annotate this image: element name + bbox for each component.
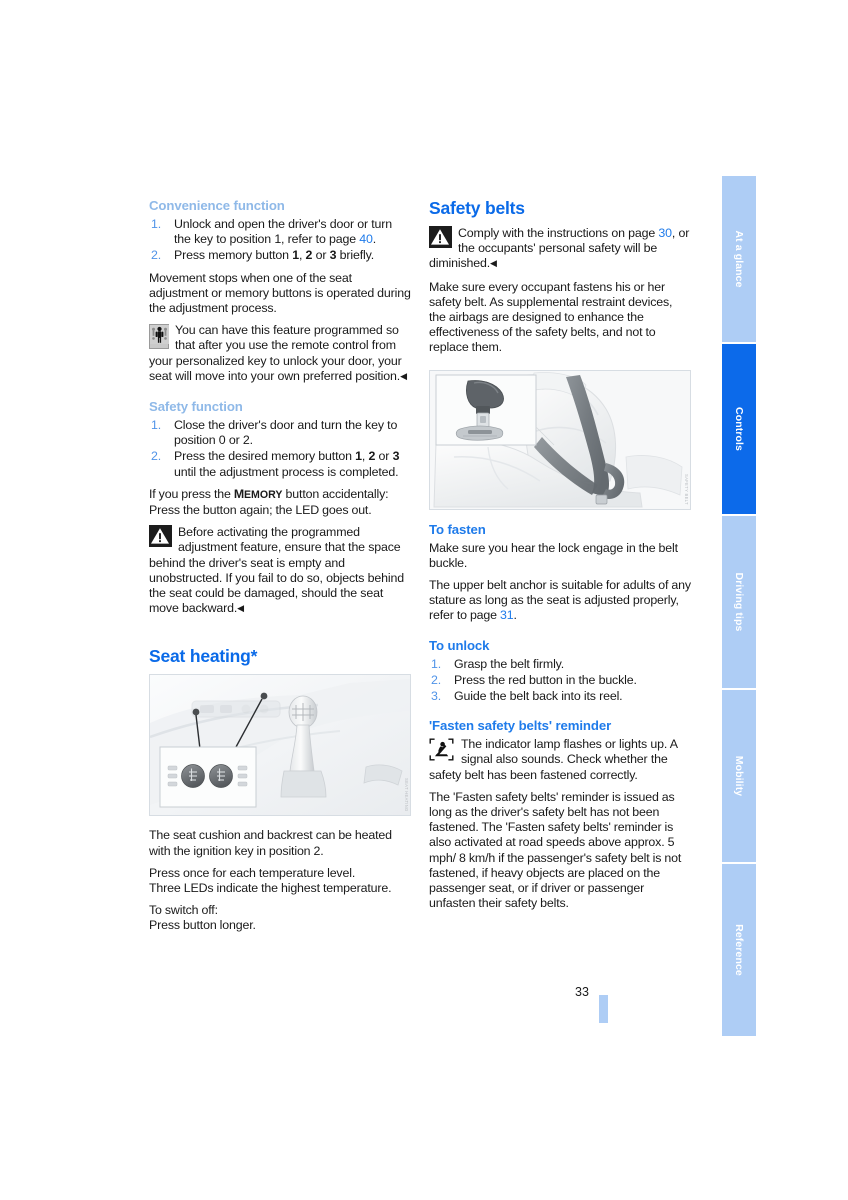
list-number: 2. [431, 672, 442, 687]
page-number-bar [599, 995, 608, 1023]
tab-label: Driving tips [733, 572, 745, 632]
seatbelt-reminder-icon [429, 738, 455, 762]
seat-heating-figure: SEAT HEATING [149, 674, 411, 817]
memory-note-suffix: button accidentally: [282, 486, 389, 501]
list-number: 2. [151, 248, 162, 263]
memory-button-note: If you press the MEMORY button accidenta… [149, 487, 411, 518]
reminder-paragraph: The 'Fasten safety belts' reminder is is… [429, 789, 682, 911]
heading-fasten-safety-belts-reminder: 'Fasten safety belts' reminder [429, 718, 612, 734]
list-item: 1. Grasp the belt firmly. [429, 657, 691, 672]
heading-convenience-function: Convenience function [149, 198, 285, 213]
figure-credit: SAFETY BELT [684, 473, 689, 505]
list-item: 1. Close the driver's door and turn the k… [149, 418, 411, 448]
to-fasten-text-before: The upper belt anchor is suitable for ad… [429, 578, 691, 623]
convenience-steps-list: 1. Unlock and open the driver's door or t… [149, 217, 411, 264]
list-item: 1. Unlock and open the driver's door or t… [149, 217, 411, 247]
memory-note-line2: Press the button again; the LED goes out… [149, 503, 372, 518]
section-tabs: At a glance Controls Driving tips Mobili… [722, 176, 756, 1038]
warning-text-before: Comply with the instructions on page [458, 226, 659, 240]
list-item: 2. Press the red button in the buckle. [429, 673, 691, 688]
page-reference-link[interactable]: 31 [500, 608, 514, 622]
heading-to-unlock: To unlock [429, 637, 490, 653]
convenience-paragraph: Movement stops when one of the seat adju… [149, 270, 411, 316]
reminder-note: The indicator lamp flashes or lights up.… [429, 737, 691, 783]
memory-word-initial: M [233, 486, 244, 501]
to-fasten-paragraph-1: Make sure you hear the lock engage in th… [429, 540, 678, 570]
list-text: Press the red button in the buckle. [454, 672, 637, 687]
seat-heating-paragraph-1: The seat cushion and backrest can be hea… [149, 828, 392, 858]
warning-triangle-icon [149, 525, 172, 548]
seat-heating-paragraph-3: To switch off: Press button longer. [149, 903, 256, 933]
list-number: 1. [151, 217, 162, 231]
list-text: Guide the belt back into its reel. [454, 689, 623, 704]
personalization-note: You can have this feature programmed so … [149, 323, 411, 385]
memory-word-rest: EMORY [243, 488, 283, 501]
list-text: Press the desired memory button 1, 2 or … [174, 449, 400, 479]
figure-credit: SEAT HEATING [404, 777, 409, 812]
list-item: 3. Guide the belt back into its reel. [429, 689, 691, 704]
right-column: Safety belts Comply with the instruction… [429, 198, 691, 911]
personalization-icon [149, 324, 169, 350]
note-end-mark: ◀ [490, 258, 497, 269]
page-reference-link[interactable]: 30 [658, 226, 672, 240]
list-text-suffix: . [372, 232, 377, 247]
note-end-mark: ◀ [237, 603, 245, 614]
tab-label: At a glance [733, 230, 745, 288]
manual-page: Convenience function 1. Unlock and open t… [0, 0, 848, 1200]
page-number: 33 [575, 985, 589, 999]
note-end-mark: ◀ [400, 370, 407, 381]
seat-warning-note: Before activating the programmed adjustm… [149, 525, 411, 617]
seat-warning-text: Before activating the programmed adjustm… [149, 525, 404, 616]
warning-triangle-icon [429, 226, 452, 249]
list-item: 2. Press the desired memory button 1, 2 o… [149, 449, 411, 479]
safety-belts-warning-note: Comply with the instructions on page 30,… [429, 226, 691, 273]
heading-to-fasten: To fasten [429, 521, 486, 537]
seat-heating-paragraph-2: Press once for each temperature level. T… [149, 865, 392, 896]
tab-mobility[interactable]: Mobility [722, 690, 756, 862]
list-number: 3. [431, 689, 442, 704]
tab-driving-tips[interactable]: Driving tips [722, 516, 756, 688]
heading-seat-heating: Seat heating* [149, 646, 258, 667]
heading-safety-function: Safety function [149, 399, 243, 415]
list-number: 1. [151, 418, 162, 433]
safety-function-steps-list: 1. Close the driver's door and turn the k… [149, 418, 411, 480]
list-text: Close the driver's door and turn the key… [174, 418, 398, 448]
reminder-note-text: The indicator lamp flashes or lights up.… [429, 737, 678, 782]
to-fasten-paragraph-2: The upper belt anchor is suitable for ad… [429, 578, 691, 624]
left-column: Convenience function 1. Unlock and open t… [149, 198, 411, 934]
safety-belt-figure: SAFETY BELT [429, 369, 691, 510]
tab-label: Controls [733, 407, 745, 451]
tab-label: Reference [733, 924, 745, 976]
tab-label: Mobility [733, 755, 745, 797]
list-number: 1. [431, 656, 442, 671]
tab-at-a-glance[interactable]: At a glance [722, 176, 756, 342]
heading-safety-belts: Safety belts [429, 198, 525, 218]
personalization-note-text: You can have this feature programmed so … [149, 323, 402, 383]
page-reference-link[interactable]: 40 [359, 232, 373, 246]
tab-reference[interactable]: Reference [722, 864, 756, 1036]
list-number: 2. [151, 449, 162, 464]
to-unlock-steps-list: 1. Grasp the belt firmly. 2. Press the red… [429, 657, 691, 705]
list-text: Grasp the belt firmly. [454, 656, 565, 671]
to-fasten-text-after: . [513, 608, 517, 623]
safety-belts-paragraph: Make sure every occupant fastens his or … [429, 279, 673, 355]
list-item: 2. Press memory button 1, 2 or 3 briefly. [149, 248, 411, 263]
memory-note-prefix: If you press the [149, 486, 234, 501]
list-text: Press memory button 1, 2 or 3 briefly. [174, 248, 375, 263]
tab-controls[interactable]: Controls [722, 344, 756, 514]
